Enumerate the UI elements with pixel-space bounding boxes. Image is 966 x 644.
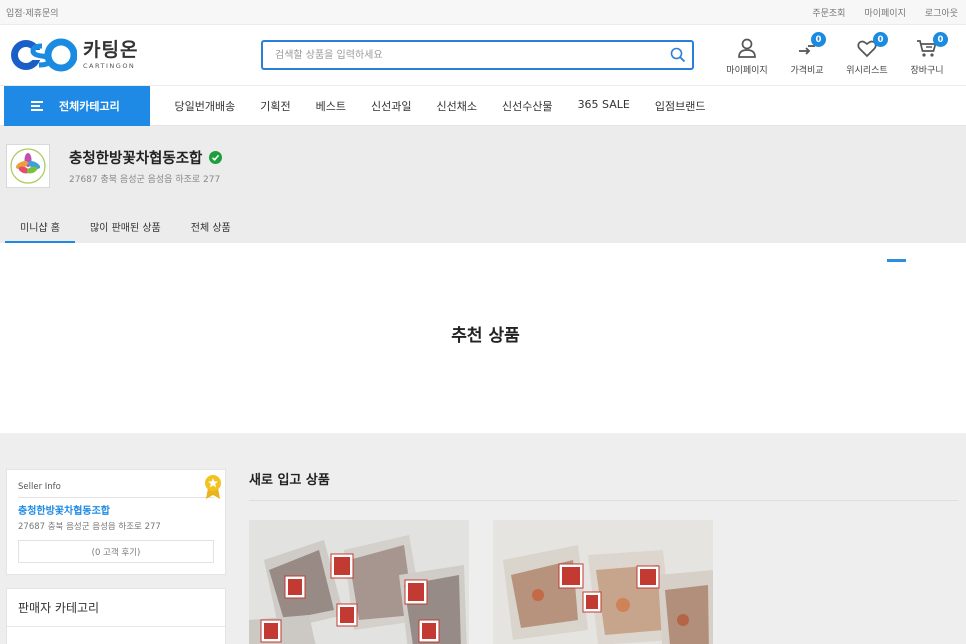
shop-name-text: 충청한방꽃차협동조합 (69, 151, 203, 167)
site-header: 카팅온 CARTINGON 마이페이지 0 가격비교 0 (0, 25, 966, 86)
nav-item-365-sale[interactable]: 365 SALE (565, 98, 642, 114)
mypage-link[interactable]: 마이페이지 (864, 6, 905, 19)
logo-korean-text: 카팅온 (83, 38, 139, 61)
search-bar (261, 40, 694, 70)
seller-info-card: Seller Info 충청한방꽃차협동조합 27687 충북 음성군 음성읍 … (6, 469, 226, 575)
logo-english-text: CARTINGON (83, 61, 136, 70)
wishlist-button[interactable]: 0 위시리스트 (837, 32, 897, 76)
top-links: 주문조회 마이페이지 로그아웃 (812, 6, 958, 19)
all-categories-button[interactable]: 전체카테고리 (4, 85, 150, 126)
tab-all-products[interactable]: 전체 상품 (176, 209, 246, 243)
mypage-label: 마이페이지 (726, 66, 768, 76)
nav-item-promotions[interactable]: 기획전 (248, 98, 303, 114)
product-card[interactable] (249, 520, 469, 644)
search-input[interactable] (263, 42, 664, 68)
site-logo[interactable]: 카팅온 CARTINGON (9, 38, 138, 72)
shop-header: 충청한방꽃차협동조합 27687 충북 음성군 음성읍 하조로 277 미니샵 … (0, 126, 966, 243)
medal-icon (204, 474, 222, 504)
slider-indicator[interactable] (887, 259, 906, 262)
compare-label: 가격비교 (790, 66, 824, 76)
seller-name-link[interactable]: 충청한방꽃차협동조합 (18, 502, 214, 517)
product-card[interactable] (493, 520, 713, 644)
header-icons: 마이페이지 0 가격비교 0 위시리스트 0 장바구니 (717, 32, 957, 76)
user-icon (734, 35, 760, 61)
logo-mark-icon (9, 38, 78, 72)
seller-category-card: 판매자 카테고리 (6, 588, 226, 644)
search-icon[interactable] (664, 42, 692, 68)
wishlist-label: 위시리스트 (846, 66, 888, 76)
mypage-button[interactable]: 마이페이지 (717, 35, 777, 76)
shop-address: 27687 충북 음성군 음성읍 하조로 277 (69, 175, 221, 185)
shop-name: 충청한방꽃차협동조합 (69, 147, 223, 168)
tab-best-sellers[interactable]: 많이 판매된 상품 (75, 209, 176, 243)
cart-label: 장바구니 (910, 66, 944, 76)
nav-item-brands[interactable]: 입점브랜드 (642, 98, 718, 114)
verified-check-icon (209, 151, 223, 164)
seller-category-title: 판매자 카테고리 (7, 589, 225, 627)
nav-items: 당일번개배송 기획전 베스트 신선과일 신선채소 신선수산물 365 SALE … (162, 98, 718, 114)
nav-item-fresh-vegetables[interactable]: 신선채소 (424, 98, 489, 114)
product-image (249, 520, 469, 644)
nav-item-best[interactable]: 베스트 (303, 98, 358, 114)
hamburger-icon (31, 100, 43, 111)
recommended-section: 추천 상품 (5, 243, 966, 433)
partnership-link[interactable]: 입점·제휴문의 (6, 6, 59, 19)
nav-item-same-day[interactable]: 당일번개배송 (162, 98, 248, 114)
product-image (493, 520, 713, 644)
tab-minishop-home[interactable]: 미니샵 홈 (5, 209, 75, 243)
recommended-title: 추천 상품 (451, 326, 520, 346)
shop-tabs: 미니샵 홈 많이 판매된 상품 전체 상품 (5, 209, 246, 243)
cart-badge: 0 (933, 32, 948, 47)
new-arrivals-title: 새로 입고 상품 (249, 469, 958, 501)
top-utility-bar: 입점·제휴문의 주문조회 마이페이지 로그아웃 (0, 0, 966, 25)
main-nav: 전체카테고리 당일번개배송 기획전 베스트 신선과일 신선채소 신선수산물 36… (0, 85, 966, 126)
shop-logo (6, 144, 50, 188)
shop-info: 충청한방꽃차협동조합 27687 충북 음성군 음성읍 하조로 277 (6, 144, 223, 188)
compare-badge: 0 (811, 32, 826, 47)
seller-reviews[interactable]: (0 고객 후기) (18, 540, 214, 563)
lower-section: Seller Info 충청한방꽃차협동조합 27687 충북 음성군 음성읍 … (0, 433, 966, 644)
all-categories-label: 전체카테고리 (59, 99, 120, 113)
seller-info-caption: Seller Info (18, 482, 214, 498)
nav-item-fresh-seafood[interactable]: 신선수산물 (489, 98, 565, 114)
new-arrivals-section: 새로 입고 상품 (249, 469, 958, 644)
nav-item-fresh-fruit[interactable]: 신선과일 (358, 98, 423, 114)
seller-address: 27687 충북 음성군 음성읍 하조로 277 (18, 522, 161, 532)
order-lookup-link[interactable]: 주문조회 (812, 6, 845, 19)
wishlist-badge: 0 (873, 32, 888, 47)
logout-link[interactable]: 로그아웃 (925, 6, 958, 19)
compare-button[interactable]: 0 가격비교 (777, 32, 837, 76)
cart-button[interactable]: 0 장바구니 (897, 32, 957, 76)
